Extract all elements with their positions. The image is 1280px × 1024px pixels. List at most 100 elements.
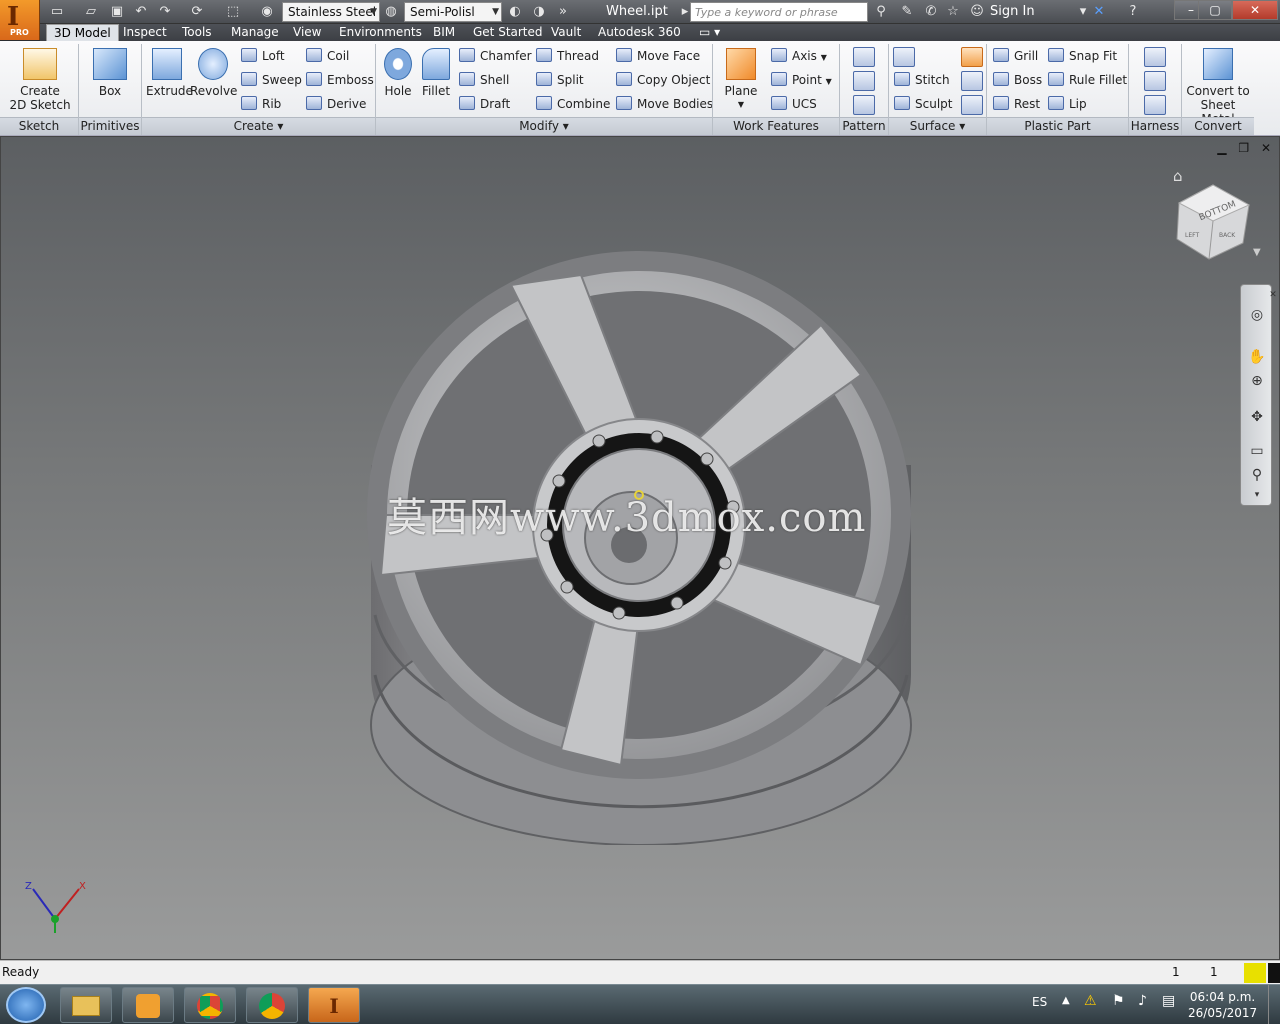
plane-button[interactable]: Plane ▼ (718, 48, 764, 112)
exchange-icon[interactable]: ✕ (1090, 3, 1108, 21)
move-bodies-button[interactable]: Move Bodies (616, 95, 713, 113)
appearance-dropdown[interactable]: Semi-Polisl ▼ (404, 2, 502, 22)
tab-3d-model[interactable]: 3D Model (46, 24, 119, 41)
application-menu-button[interactable]: I PRO (0, 0, 40, 40)
start-button[interactable] (6, 987, 46, 1023)
close-icon[interactable]: ✕ (1263, 285, 1280, 305)
emboss-button[interactable]: Emboss (306, 71, 374, 89)
viewcube[interactable]: BOTTOM LEFT BACK (1173, 181, 1253, 261)
thread-button[interactable]: Thread (536, 47, 599, 65)
panel-convert[interactable]: Convert (1182, 117, 1254, 135)
close-button[interactable]: ✕ (1232, 0, 1278, 20)
delete-face-icon[interactable] (961, 95, 983, 115)
tab-manage[interactable]: Manage (224, 24, 286, 41)
binoculars-icon[interactable]: ⚲ (872, 3, 890, 21)
more-icon[interactable]: » (554, 3, 572, 21)
viewport-minimize-button[interactable]: ▁ (1217, 141, 1226, 155)
draft-button[interactable]: Draft (459, 95, 510, 113)
appearance-icon[interactable]: ◍ (382, 3, 400, 21)
clear-override-icon[interactable]: ◑ (530, 3, 548, 21)
viewport-restore-button[interactable]: ❐ (1238, 141, 1249, 155)
rule-fillet-button[interactable]: Rule Fillet (1048, 71, 1127, 89)
sign-in-link[interactable]: Sign In (990, 4, 1035, 19)
panel-plastic-part[interactable]: Plastic Part (987, 117, 1128, 135)
redo-icon[interactable]: ↷ (156, 3, 174, 21)
favorites-icon[interactable]: ☆ (944, 3, 962, 21)
viewport-close-button[interactable]: ✕ (1261, 141, 1271, 155)
select-icon[interactable]: ⬚ (224, 3, 242, 21)
derive-button[interactable]: Derive (306, 95, 366, 113)
taskbar-chrome-2[interactable] (246, 987, 298, 1023)
move-face-button[interactable]: Move Face (616, 47, 700, 65)
new-file-icon[interactable]: ▭ (48, 3, 66, 21)
stitch-button[interactable]: Stitch (894, 71, 950, 89)
thicken-icon[interactable] (893, 47, 915, 67)
harness-wire-icon[interactable] (1144, 71, 1166, 91)
look-at-icon[interactable]: ⚲ (1247, 465, 1267, 485)
maximize-button[interactable]: ▢ (1198, 0, 1232, 20)
tab-autodesk-360[interactable]: Autodesk 360 (591, 24, 688, 41)
shell-button[interactable]: Shell (459, 71, 509, 89)
coil-button[interactable]: Coil (306, 47, 349, 65)
comm-center-icon[interactable]: ✆ (922, 3, 940, 21)
show-desktop-button[interactable] (1268, 985, 1280, 1024)
panel-create[interactable]: Create ▾ (142, 117, 375, 135)
taskbar-explorer[interactable] (60, 987, 112, 1023)
grill-button[interactable]: Grill (993, 47, 1038, 65)
graphics-viewport[interactable]: ▁ ❐ ✕ 莫西网www.3dmox.com BOTTOM LEFT BACK … (0, 136, 1280, 960)
panel-sketch[interactable]: Sketch (0, 117, 78, 135)
harness-segment-icon[interactable] (1144, 95, 1166, 115)
save-icon[interactable]: ▣ (108, 3, 126, 21)
split-button[interactable]: Split (536, 71, 584, 89)
adjust-icon[interactable]: ◐ (506, 3, 524, 21)
tools-icon[interactable]: ✎ (898, 3, 916, 21)
lip-button[interactable]: Lip (1048, 95, 1087, 113)
tab-vault[interactable]: Vault (544, 24, 588, 41)
wheel-model[interactable] (361, 245, 921, 845)
snap-fit-button[interactable]: Snap Fit (1048, 47, 1117, 65)
panel-harness[interactable]: Harness (1129, 117, 1181, 135)
harness-icon[interactable] (1144, 47, 1166, 67)
action-center-icon[interactable]: ⚑ (1112, 993, 1125, 1009)
chamfer-button[interactable]: Chamfer (459, 47, 532, 65)
network-icon[interactable]: ▤ (1162, 993, 1175, 1009)
mirror-icon[interactable] (853, 95, 875, 115)
tab-environments[interactable]: Environments (332, 24, 429, 41)
taskbar-media-player[interactable] (122, 987, 174, 1023)
taskbar-inventor[interactable]: I (308, 987, 360, 1023)
extrude-button[interactable]: Extrude (146, 48, 193, 98)
update-icon[interactable]: ⟳ (188, 3, 206, 21)
patch-icon[interactable] (961, 47, 983, 67)
undo-icon[interactable]: ↶ (132, 3, 150, 21)
panel-primitives[interactable]: Primitives (79, 117, 141, 135)
volume-icon[interactable]: ♪ (1138, 993, 1147, 1009)
material-dropdown[interactable]: Stainless Steel ▼ (282, 2, 380, 22)
tab-get-started[interactable]: Get Started (466, 24, 550, 41)
taskbar-chrome-1[interactable] (184, 987, 236, 1023)
circular-pattern-icon[interactable] (853, 71, 875, 91)
sculpt-button[interactable]: Sculpt (894, 95, 952, 113)
warning-icon[interactable]: ⚠ (1084, 993, 1097, 1009)
zoom-icon[interactable]: ⊕ (1247, 371, 1267, 391)
material-icon[interactable]: ◉ (258, 3, 276, 21)
clock[interactable]: 06:04 p.m. 26/05/2017 (1188, 989, 1257, 1021)
language-indicator[interactable]: ES (1032, 995, 1047, 1009)
tab-overflow-icon[interactable]: ▭ ▾ (692, 24, 727, 41)
tab-bim[interactable]: BIM (426, 24, 462, 41)
box-button[interactable]: Box (84, 48, 136, 98)
steering-wheel-icon[interactable]: ◎ (1247, 305, 1267, 325)
tab-tools[interactable]: Tools (175, 24, 219, 41)
open-file-icon[interactable]: ▱ (82, 3, 100, 21)
hole-button[interactable]: Hole (380, 48, 416, 98)
copy-object-button[interactable]: Copy Object (616, 71, 710, 89)
help-icon[interactable]: ? (1124, 3, 1142, 21)
rest-button[interactable]: Rest (993, 95, 1040, 113)
sweep-button[interactable]: Sweep (241, 71, 302, 89)
panel-pattern[interactable]: Pattern (840, 117, 888, 135)
pan-icon[interactable]: ✋ (1247, 347, 1267, 367)
fillet-button[interactable]: Fillet (418, 48, 454, 98)
tab-view[interactable]: View (286, 24, 328, 41)
revolve-button[interactable]: Revolve (190, 48, 237, 98)
trim-icon[interactable] (961, 71, 983, 91)
orbit-icon[interactable]: ✥ (1247, 407, 1267, 427)
